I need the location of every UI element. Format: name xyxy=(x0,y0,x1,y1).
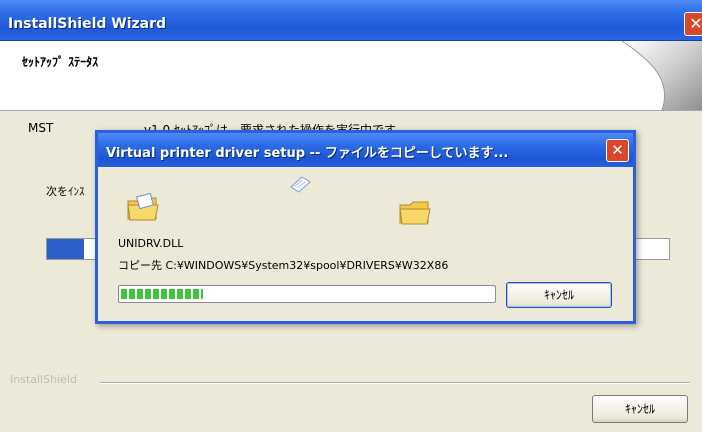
dialog-title-bar[interactable]: Virtual printer driver setup -- ファイルをコピー… xyxy=(98,133,633,167)
main-window-title: InstallShield Wizard xyxy=(8,16,167,32)
brand-divider xyxy=(100,382,690,384)
main-title-bar[interactable]: InstallShield Wizard ✕ xyxy=(0,0,702,41)
main-close-button[interactable]: ✕ xyxy=(684,12,702,36)
dialog-title: Virtual printer driver setup -- ファイルをコピー… xyxy=(106,146,509,161)
source-folder-icon xyxy=(127,193,159,221)
copy-progress-dialog: Virtual printer driver setup -- ファイルをコピー… xyxy=(95,130,636,324)
page-curl-icon xyxy=(621,41,702,110)
current-file-name: UNIDRV.DLL xyxy=(118,237,184,250)
dialog-cancel-button[interactable]: ｷｬﾝｾﾙ xyxy=(506,282,612,308)
destination-folder-icon xyxy=(399,201,431,225)
installing-label: 次をｲﾝｽ xyxy=(46,185,85,198)
product-name-label: MST xyxy=(28,121,54,135)
wizard-cancel-button[interactable]: ｷｬﾝｾﾙ xyxy=(592,395,688,423)
flying-document-icon xyxy=(290,176,311,193)
dialog-close-button[interactable]: ✕ xyxy=(606,139,629,162)
copy-progress-bar xyxy=(118,285,496,303)
close-icon: ✕ xyxy=(611,141,624,159)
installshield-brand: InstallShield xyxy=(10,373,77,386)
wizard-subtitle: ｾｯﾄｱｯﾌﾟ ｽﾃｰﾀｽ xyxy=(22,55,99,69)
close-icon: ✕ xyxy=(689,14,702,33)
overall-progress-fill xyxy=(47,239,85,259)
wizard-header: ｾｯﾄｱｯﾌﾟ ｽﾃｰﾀｽ xyxy=(0,41,702,111)
copy-destination-path: コピー先 C:¥WINDOWS¥System32¥spool¥DRIVERS¥W… xyxy=(118,259,449,272)
copy-progress-fill xyxy=(121,289,203,299)
